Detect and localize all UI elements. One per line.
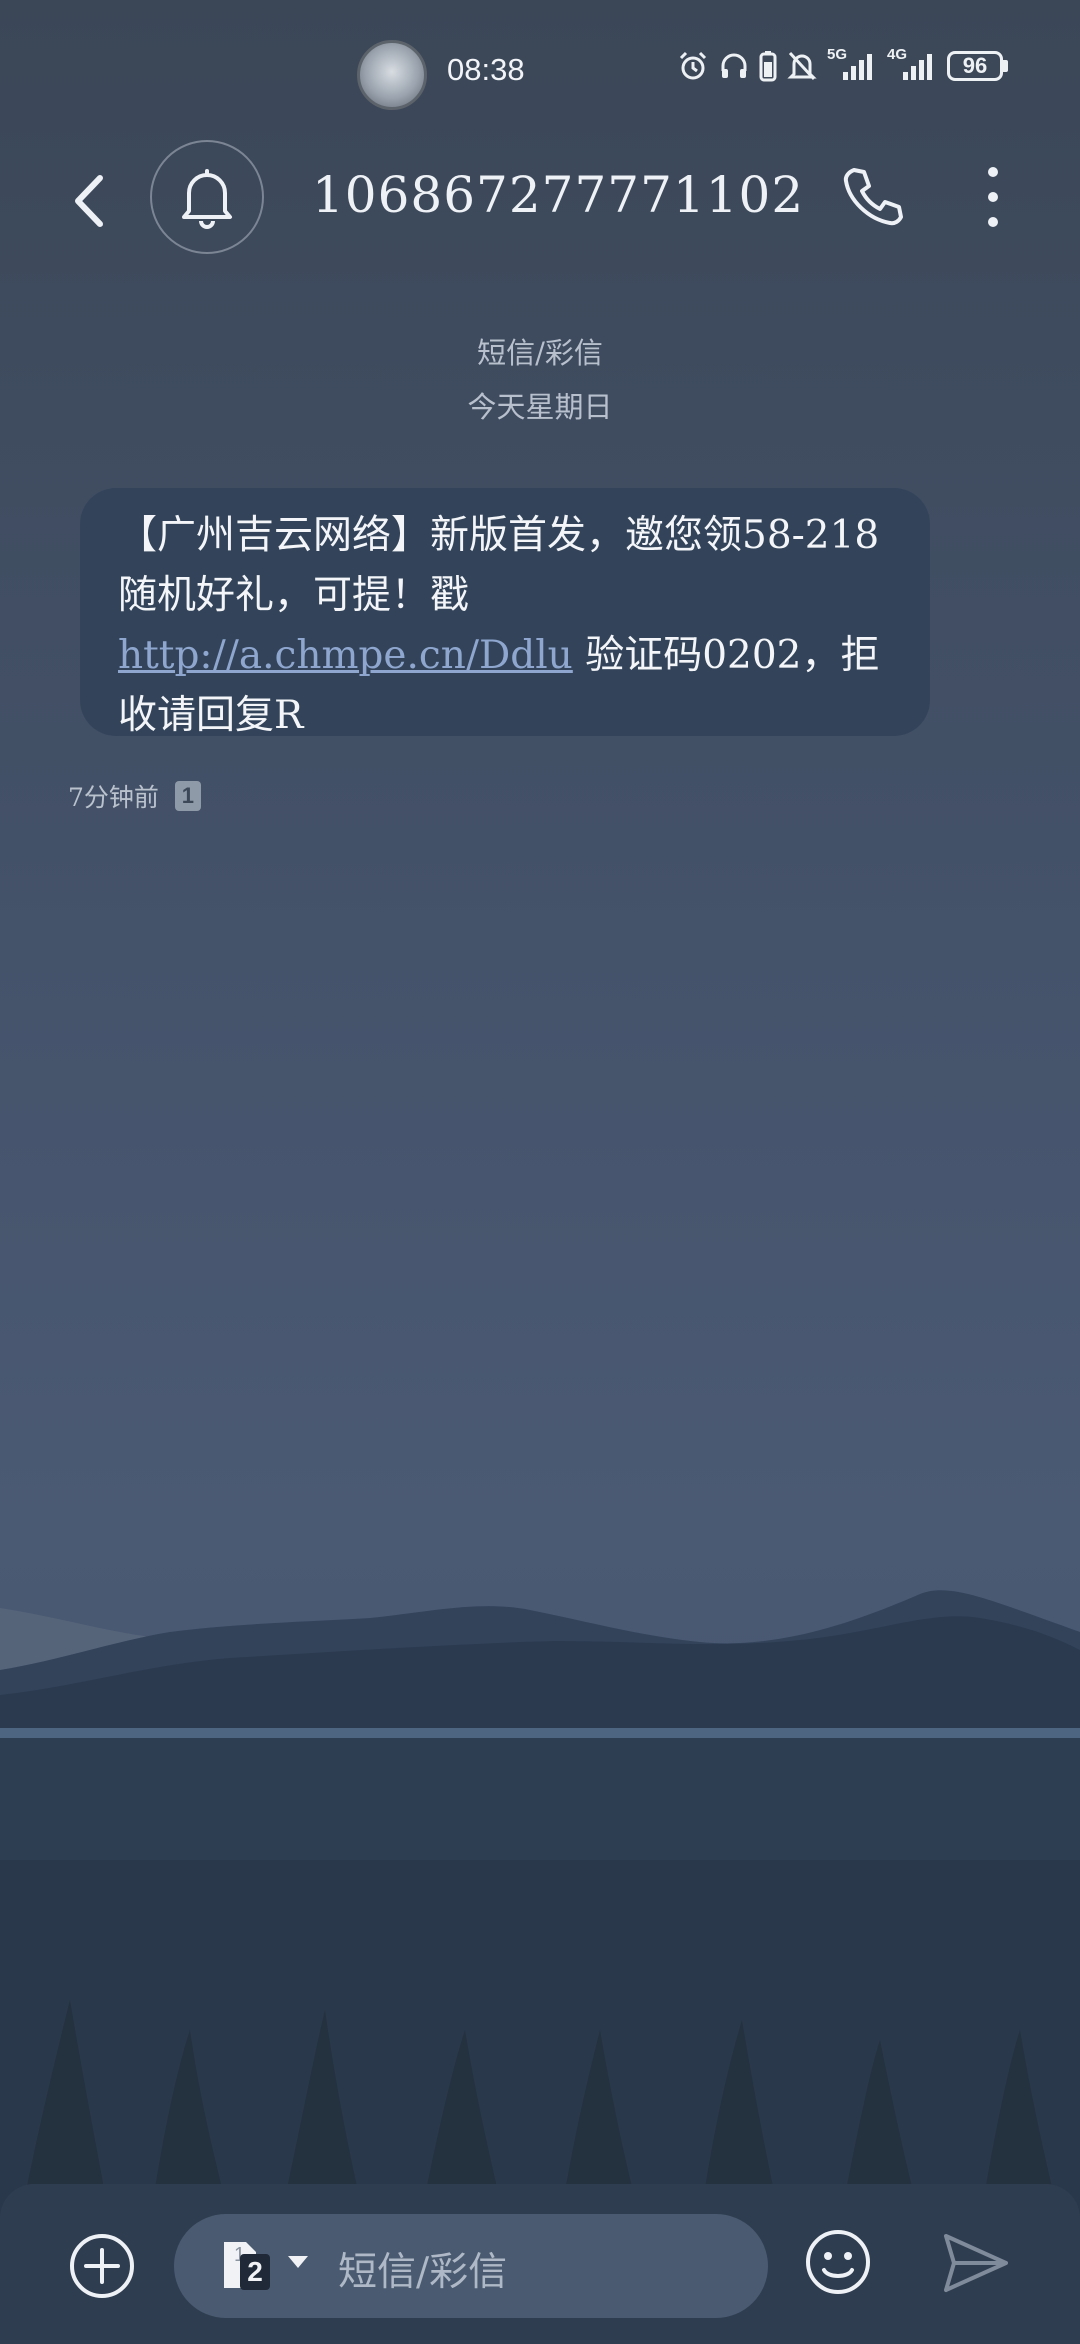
- back-button[interactable]: [60, 166, 120, 236]
- status-icons: 5G 4G 96: [677, 46, 1008, 82]
- send-button[interactable]: [940, 2230, 1012, 2296]
- add-icon: [70, 2234, 134, 2298]
- message-link[interactable]: http://a.chmpe.cn/Ddlu: [118, 633, 573, 678]
- date-label: 今天星期日: [467, 390, 613, 424]
- emoji-icon: [806, 2230, 870, 2294]
- battery-saver-icon: [759, 51, 777, 82]
- composer-bar: 1 2 短信/彩信: [0, 2184, 1080, 2344]
- sim-number: 2: [240, 2254, 270, 2290]
- status-time: 08:38: [447, 52, 525, 87]
- 4g-signal-icon: 4G: [887, 46, 937, 82]
- message-time: 7分钟前: [68, 783, 159, 812]
- add-attachment-button[interactable]: [68, 2232, 136, 2300]
- back-icon: [75, 175, 103, 227]
- wallpaper-landscape: [0, 1590, 1080, 2220]
- more-options-button[interactable]: [968, 162, 1018, 232]
- message-meta: 7分钟前 1: [68, 778, 201, 814]
- sender-number: 106867277771102: [312, 166, 805, 224]
- 5g-signal-icon: 5G: [827, 46, 877, 82]
- message-bubble[interactable]: 【广州吉云网络】新版首发，邀您领58-218随机好礼，可提！戳 http://a…: [80, 488, 930, 738]
- send-icon: [944, 2234, 1008, 2292]
- call-button[interactable]: [840, 164, 904, 230]
- battery-icon: 96: [947, 51, 1008, 81]
- headphones-icon: [721, 53, 747, 78]
- more-icon: [988, 167, 998, 227]
- message-text: 【广州吉云网络】新版首发，邀您领58-218随机好礼，可提！戳: [118, 513, 880, 618]
- bell-icon: [182, 169, 232, 229]
- channel-label: 短信/彩信: [477, 336, 603, 370]
- dropdown-icon: [288, 2256, 308, 2268]
- phone-icon: [843, 168, 903, 226]
- conversation-header: 106867277771102: [0, 140, 1080, 260]
- alarm-icon: [679, 51, 707, 80]
- avatar-icon: [357, 40, 427, 110]
- sim-selector[interactable]: 1 2: [220, 2240, 310, 2294]
- sim-badge: 1: [174, 781, 201, 811]
- battery-level: 96: [947, 51, 1003, 81]
- mute-icon: [787, 51, 817, 81]
- status-bar: 08:38 5G 4G 96: [0, 0, 1080, 140]
- message-input[interactable]: 1 2 短信/彩信: [174, 2214, 768, 2318]
- message-placeholder: 短信/彩信: [338, 2250, 508, 2295]
- emoji-button[interactable]: [804, 2228, 872, 2296]
- notification-button[interactable]: [150, 140, 264, 254]
